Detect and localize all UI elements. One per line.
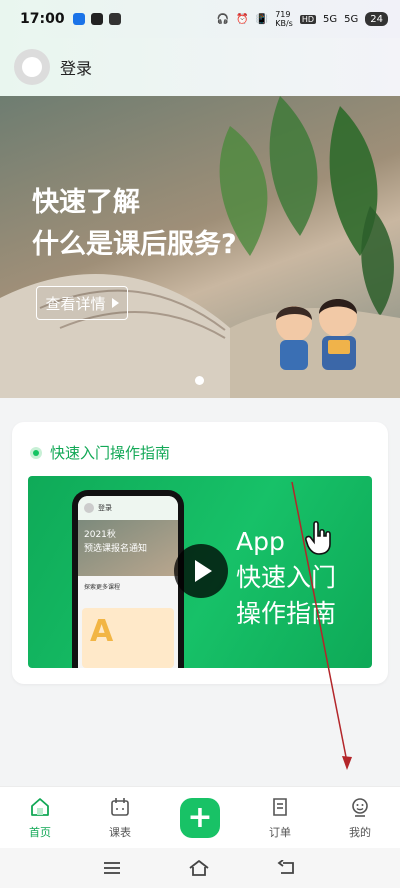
headphone-icon: 🎧 xyxy=(216,13,230,25)
phone-course-card: A xyxy=(82,608,174,668)
kids-illustration xyxy=(276,299,357,370)
play-triangle-icon xyxy=(111,298,119,308)
hero-banner[interactable]: 快速了解 什么是课后服务? 查看详情 xyxy=(0,96,400,398)
tab-orders[interactable]: 订单 xyxy=(240,787,320,848)
order-icon xyxy=(273,797,287,816)
alarm-icon: ⏰ xyxy=(236,13,249,25)
quick-start-card: 快速入门操作指南 登录 2021秋 预选课报名通知 探索更多课程 A App 快… xyxy=(12,422,388,684)
status-bar: 17:00 🎧 ⏰ 📳 719 KB/s HD 5G 5G 24 xyxy=(0,0,400,38)
battery-indicator: 24 xyxy=(365,12,388,26)
phone-avatar-icon xyxy=(84,503,94,513)
back-icon[interactable] xyxy=(277,860,297,876)
tab-add[interactable]: + xyxy=(160,787,240,848)
carousel-indicator[interactable] xyxy=(195,376,204,385)
tab-schedule[interactable]: 课表 xyxy=(80,787,160,848)
menu-icon[interactable] xyxy=(103,861,121,875)
play-icon xyxy=(194,560,212,582)
home-icon xyxy=(31,797,49,816)
home-nav-icon[interactable] xyxy=(188,859,210,877)
vibrate-icon: 📳 xyxy=(255,13,269,25)
net-speed: 719 KB/s xyxy=(275,10,293,28)
phone-banner: 2021秋 预选课报名通知 xyxy=(78,520,178,576)
avatar[interactable] xyxy=(14,49,50,85)
section-title: 快速入门操作指南 xyxy=(50,444,171,462)
tab-profile[interactable]: 我的 xyxy=(320,787,400,848)
plus-icon: + xyxy=(187,799,213,835)
section-header: 快速入门操作指南 xyxy=(30,442,170,463)
calendar-icon xyxy=(111,797,129,816)
system-nav-bar xyxy=(0,848,400,888)
signal-1: 5G xyxy=(323,13,338,25)
tab-home[interactable]: 首页 xyxy=(0,787,80,848)
status-time: 17:00 xyxy=(20,11,65,27)
gallery-icon xyxy=(108,13,121,25)
login-link[interactable]: 登录 xyxy=(60,55,92,79)
pointer-hand-icon xyxy=(305,520,331,555)
profile-icon xyxy=(352,797,368,817)
view-details-button[interactable]: 查看详情 xyxy=(36,286,128,320)
section-dot-icon xyxy=(30,446,42,459)
play-button[interactable] xyxy=(174,544,228,598)
bottom-tab-bar: 首页 课表 + 订单 我的 xyxy=(0,786,400,848)
message-icon xyxy=(90,13,103,25)
qq-icon xyxy=(72,13,85,25)
add-button[interactable]: + xyxy=(180,797,220,838)
app-header: 登录 xyxy=(0,38,400,96)
signal-2: 5G xyxy=(344,13,359,25)
banner-title: 快速了解 什么是课后服务? xyxy=(32,187,237,260)
avatar-placeholder-icon xyxy=(22,57,42,77)
hd-badge: HD xyxy=(299,14,317,24)
guide-video-thumbnail[interactable]: 登录 2021秋 预选课报名通知 探索更多课程 A App 快速入门 操作指南 xyxy=(28,476,372,668)
phone-mockup: 登录 2021秋 预选课报名通知 探索更多课程 A xyxy=(72,490,184,668)
